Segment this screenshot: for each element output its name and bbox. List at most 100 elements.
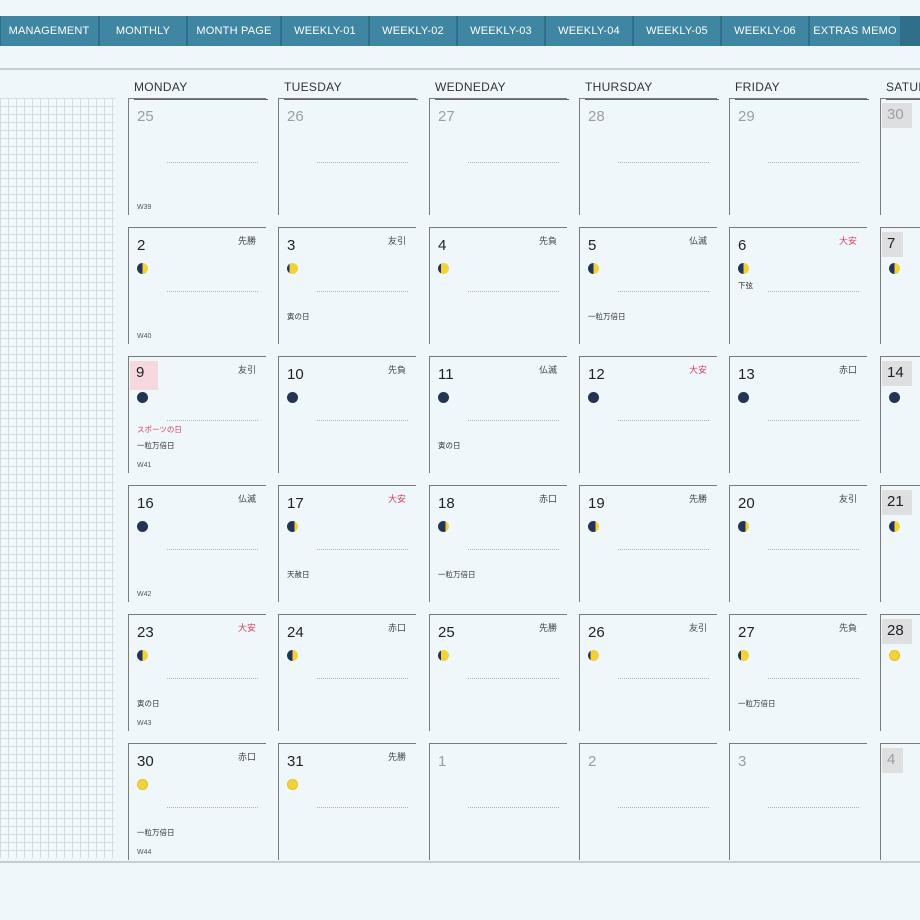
weekday-header-monday: MONDAY bbox=[134, 80, 268, 100]
day-cell[interactable]: 29 bbox=[729, 98, 867, 215]
dotted-line bbox=[468, 291, 559, 292]
day-cell[interactable]: 23 大安 寅の日 W43 bbox=[128, 614, 266, 731]
dotted-line bbox=[618, 162, 709, 163]
weekday-header-saturday: SATURDAY bbox=[886, 80, 920, 100]
day-number: 29 bbox=[738, 108, 755, 125]
day-cell[interactable]: 14 bbox=[880, 356, 920, 473]
day-note: スポーツの日 bbox=[137, 425, 182, 434]
day-cell[interactable]: 4 先負 bbox=[429, 227, 567, 344]
dotted-line bbox=[317, 807, 408, 808]
dotted-line bbox=[468, 162, 559, 163]
moon-phase-icon bbox=[738, 392, 749, 403]
day-cell[interactable]: 25 W39 bbox=[128, 98, 266, 215]
day-cell[interactable]: 27 先負 一粒万倍日 bbox=[729, 614, 867, 731]
day-number: 10 bbox=[287, 366, 304, 383]
rokuyo-label: 先負 bbox=[387, 365, 406, 375]
dotted-line bbox=[618, 549, 709, 550]
day-cell[interactable]: 30 赤口 一粒万倍日 W44 bbox=[128, 743, 266, 860]
rokuyo-label: 大安 bbox=[688, 365, 707, 375]
day-number: 30 bbox=[882, 103, 912, 128]
day-number: 24 bbox=[287, 624, 304, 641]
day-cell[interactable]: 1 bbox=[429, 743, 567, 860]
day-number: 27 bbox=[438, 108, 455, 125]
day-cell[interactable]: 18 赤口 一粒万倍日 bbox=[429, 485, 567, 602]
day-cell[interactable]: 12 大安 bbox=[579, 356, 717, 473]
dotted-line bbox=[618, 678, 709, 679]
rokuyo-label: 先勝 bbox=[688, 494, 707, 504]
day-cell[interactable]: 24 赤口 bbox=[278, 614, 416, 731]
day-note: 一粒万倍日 bbox=[588, 312, 626, 321]
month-calendar: MONDAY TUESDAY WEDNEDAY THURSDAY FRIDAY SATUR… bbox=[0, 0, 920, 920]
rokuyo-label: 赤口 bbox=[838, 365, 857, 375]
day-number: 4 bbox=[882, 748, 904, 773]
day-cell[interactable]: 26 bbox=[278, 98, 416, 215]
day-cell[interactable]: 4 bbox=[880, 743, 920, 860]
day-cell[interactable]: 3 bbox=[729, 743, 867, 860]
day-cell[interactable]: 28 bbox=[579, 98, 717, 215]
dotted-line bbox=[768, 678, 859, 679]
moon-phase-icon bbox=[287, 521, 298, 532]
day-cell[interactable]: 11 仏滅 寅の日 bbox=[429, 356, 567, 473]
day-cell[interactable]: 2 先勝 W40 bbox=[128, 227, 266, 344]
day-cell[interactable]: 13 赤口 bbox=[729, 356, 867, 473]
day-cell[interactable]: 9 友引 スポーツの日 一粒万倍日 W41 bbox=[128, 356, 266, 473]
rokuyo-label: 友引 bbox=[838, 494, 857, 504]
day-number: 2 bbox=[588, 753, 597, 770]
day-number: 20 bbox=[738, 495, 755, 512]
day-note: 一粒万倍日 bbox=[137, 441, 175, 450]
day-cell[interactable]: 17 大安 天赦日 bbox=[278, 485, 416, 602]
day-number: 28 bbox=[588, 108, 605, 125]
day-cell[interactable]: 31 先勝 bbox=[278, 743, 416, 860]
moon-phase-icon bbox=[287, 263, 298, 274]
day-number: 25 bbox=[438, 624, 455, 641]
day-cell[interactable]: 30 bbox=[880, 98, 920, 215]
moon-phase-icon bbox=[738, 521, 749, 532]
rokuyo-label: 友引 bbox=[387, 236, 406, 246]
dotted-line bbox=[167, 162, 258, 163]
day-number: 13 bbox=[738, 366, 755, 383]
day-number: 16 bbox=[137, 495, 154, 512]
dotted-line bbox=[468, 678, 559, 679]
rokuyo-label: 友引 bbox=[688, 623, 707, 633]
moon-phase-icon bbox=[137, 650, 148, 661]
day-cell[interactable]: 26 友引 bbox=[579, 614, 717, 731]
day-number: 21 bbox=[882, 490, 912, 515]
day-cell[interactable]: 7 bbox=[880, 227, 920, 344]
rokuyo-label: 先勝 bbox=[387, 752, 406, 762]
rokuyo-label: 先負 bbox=[538, 236, 557, 246]
dotted-line bbox=[618, 420, 709, 421]
dotted-line bbox=[618, 291, 709, 292]
moon-phase-icon bbox=[137, 392, 148, 403]
dotted-line bbox=[167, 807, 258, 808]
day-cell[interactable]: 27 bbox=[429, 98, 567, 215]
day-number: 7 bbox=[882, 232, 904, 257]
week-number: W44 bbox=[137, 849, 152, 856]
day-cell[interactable]: 5 仏滅 一粒万倍日 bbox=[579, 227, 717, 344]
rokuyo-label: 仏滅 bbox=[538, 365, 557, 375]
day-cell[interactable]: 19 先勝 bbox=[579, 485, 717, 602]
day-cell[interactable]: 21 bbox=[880, 485, 920, 602]
day-cell[interactable]: 28 bbox=[880, 614, 920, 731]
rokuyo-label: 仏滅 bbox=[688, 236, 707, 246]
dotted-line bbox=[768, 420, 859, 421]
day-number: 18 bbox=[438, 495, 455, 512]
day-number: 11 bbox=[438, 366, 454, 383]
dotted-line bbox=[768, 549, 859, 550]
day-number: 26 bbox=[287, 108, 304, 125]
moon-phase-icon bbox=[438, 521, 449, 532]
day-cell[interactable]: 6 大安 下弦 bbox=[729, 227, 867, 344]
dotted-line bbox=[167, 420, 258, 421]
weekday-header-friday: FRIDAY bbox=[735, 80, 869, 100]
rokuyo-label: 友引 bbox=[237, 365, 256, 375]
moon-phase-icon bbox=[438, 650, 449, 661]
day-cell[interactable]: 16 仏滅 W42 bbox=[128, 485, 266, 602]
day-cell[interactable]: 20 友引 bbox=[729, 485, 867, 602]
day-number: 23 bbox=[137, 624, 154, 641]
day-cell[interactable]: 25 先勝 bbox=[429, 614, 567, 731]
day-cell[interactable]: 2 bbox=[579, 743, 717, 860]
day-number: 6 bbox=[738, 237, 747, 254]
day-cell[interactable]: 10 先負 bbox=[278, 356, 416, 473]
rokuyo-label: 先勝 bbox=[538, 623, 557, 633]
rokuyo-label: 赤口 bbox=[538, 494, 557, 504]
day-cell[interactable]: 3 友引 寅の日 bbox=[278, 227, 416, 344]
